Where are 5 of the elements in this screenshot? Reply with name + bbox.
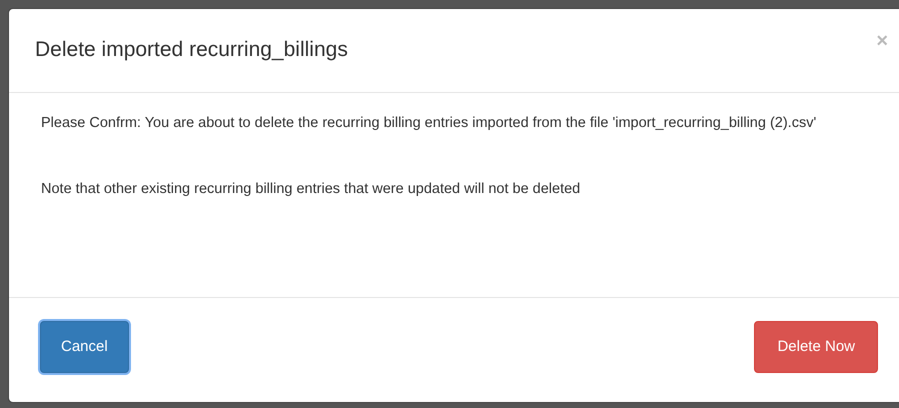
message-text: Please Confrm: You are about to delete the recurring billing entries imported from the file 'import_recurring_billing (2).csv'	[41, 114, 818, 133]
message-text: Note that other existing recurring billing entries that were updated will not be deleted	[41, 180, 582, 199]
delete-button[interactable]: Delete Now	[754, 321, 878, 373]
cancel-button[interactable]: Cancel	[40, 321, 129, 373]
dialog-title: Delete imported recurring_billings	[35, 36, 348, 62]
